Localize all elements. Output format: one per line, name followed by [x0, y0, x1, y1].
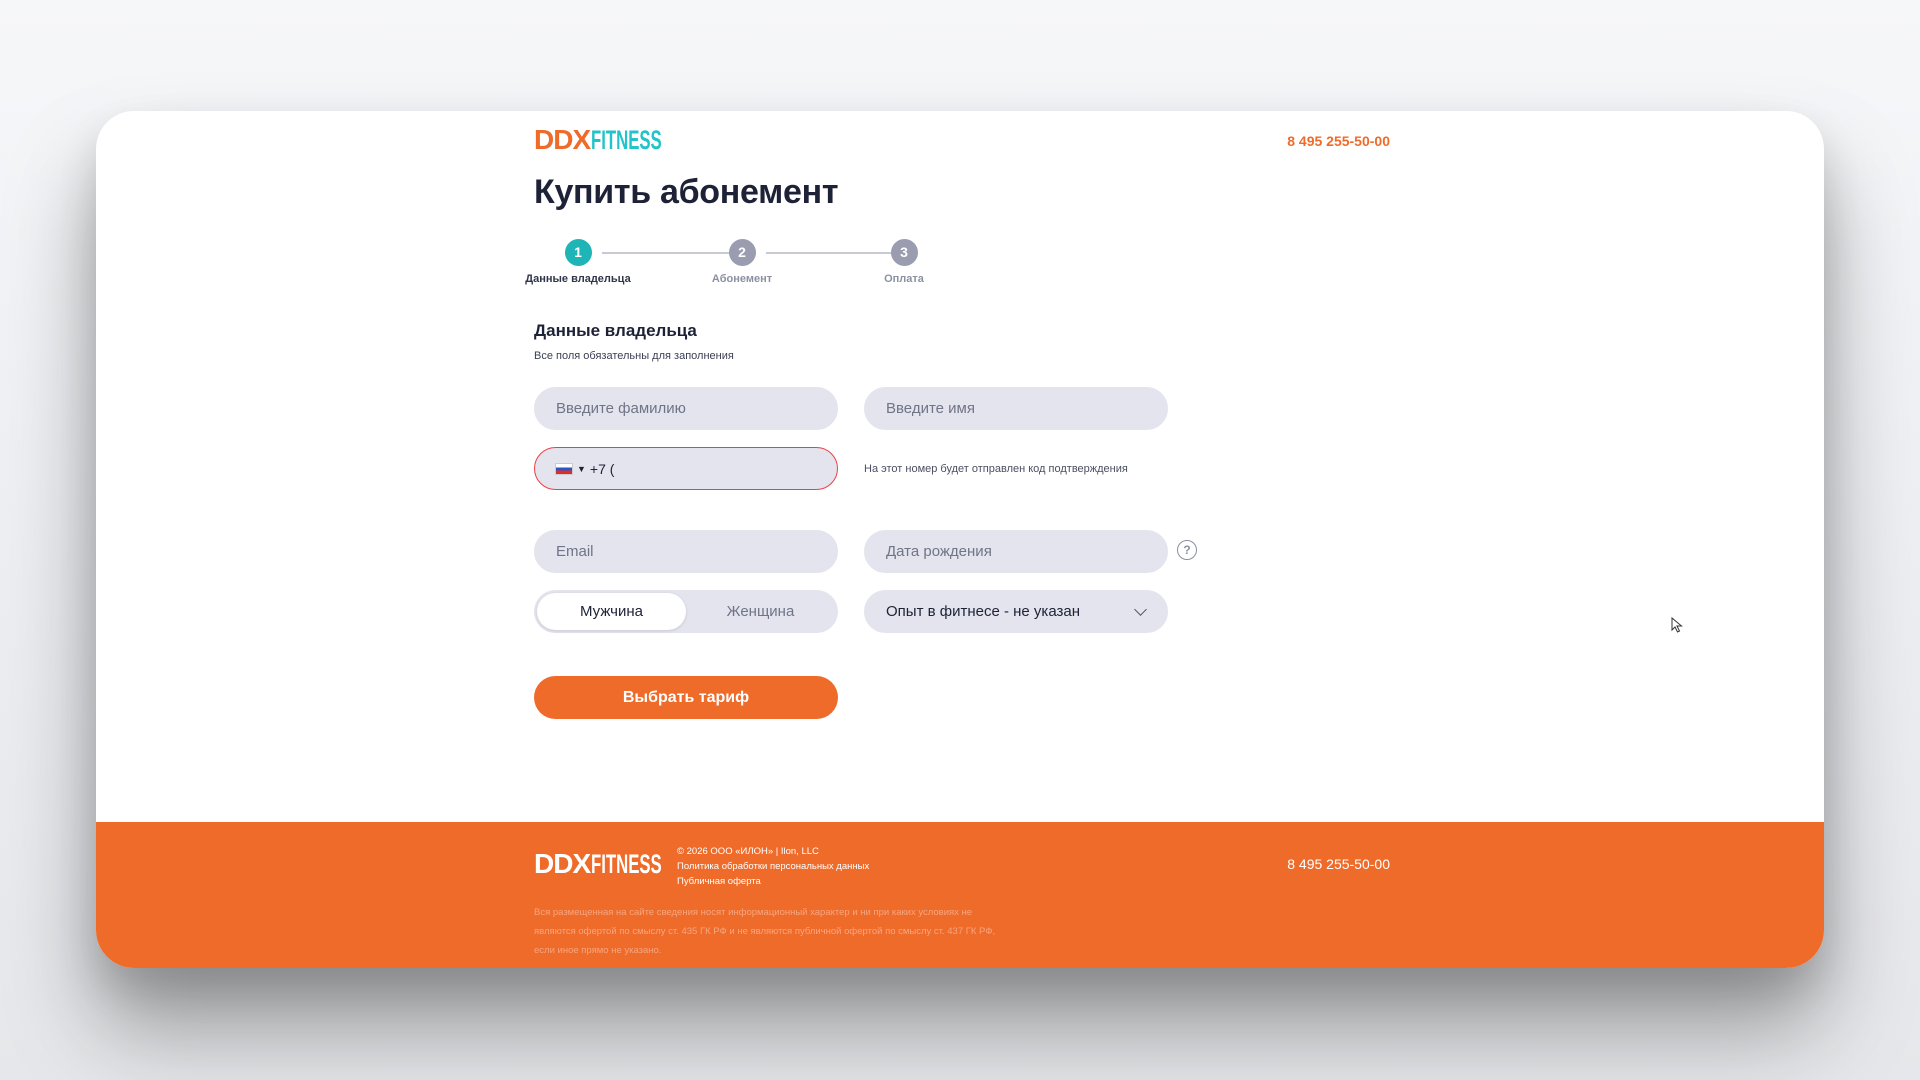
- surname-field: [534, 387, 838, 430]
- privacy-policy-link[interactable]: Политика обработки персональных данных: [677, 859, 869, 874]
- step-number-badge: 3: [890, 239, 918, 266]
- caret-down-icon[interactable]: ▼: [577, 464, 586, 474]
- birthdate-field: [864, 530, 1168, 573]
- footer-logo-ddx-text: DDX: [534, 848, 591, 879]
- name-input[interactable]: [865, 388, 1167, 429]
- public-offer-link[interactable]: Публичная оферта: [677, 874, 869, 889]
- footer-copyright: © 2026 ООО «ИЛОН» | Ilon, LLC: [677, 846, 819, 857]
- step-owner-data: 1 Данные владельца: [508, 239, 648, 285]
- step-number-badge: 2: [728, 239, 756, 266]
- section-title: Данные владельца: [534, 321, 697, 340]
- phone-hint: На этот номер будет отправлен код подтве…: [864, 463, 1128, 475]
- choose-tariff-button[interactable]: Выбрать тариф: [534, 676, 838, 719]
- page-title: Купить абонемент: [534, 173, 839, 211]
- logo-fitness-text: FITNESS: [591, 125, 662, 155]
- step-label: Абонемент: [711, 273, 773, 285]
- chevron-down-icon: [1134, 603, 1147, 616]
- question-circle-icon[interactable]: ?: [1177, 540, 1197, 560]
- ddx-logo[interactable]: DDX FITNESS: [534, 126, 705, 154]
- browser-window: DDX FITNESS 8 495 255-50-00 Купить абоне…: [96, 111, 1824, 968]
- footer-logo-fitness-text: FITNESS: [591, 849, 662, 879]
- footer-disclaimer: Вся размещенная на сайте сведения носят …: [534, 907, 996, 956]
- email-input[interactable]: [535, 531, 837, 572]
- step-label: Данные владельца: [525, 273, 631, 285]
- footer: DDX FITNESS © 2026 ООО «ИЛОН» | Ilon, LL…: [96, 822, 1824, 968]
- step-subscription: 2 Абонемент: [672, 239, 812, 285]
- fitness-experience-value: Опыт в фитнесе - не указан: [886, 603, 1080, 620]
- mouse-cursor-icon: [1671, 617, 1683, 633]
- checkout-stepper: 1 Данные владельца 2 Абонемент 3 Оплата: [525, 239, 954, 289]
- header-phone-link[interactable]: 8 495 255-50-00: [1287, 133, 1390, 149]
- screen: DDX FITNESS 8 495 255-50-00 Купить абоне…: [0, 0, 1920, 1080]
- gender-option-female[interactable]: Женщина: [686, 593, 835, 630]
- footer-links: © 2026 ООО «ИЛОН» | Ilon, LLC Политика о…: [677, 844, 869, 889]
- name-field: [864, 387, 1168, 430]
- birthdate-input[interactable]: [865, 531, 1167, 572]
- step-label: Оплата: [884, 273, 924, 285]
- phone-input[interactable]: +7 (: [590, 461, 615, 477]
- surname-input[interactable]: [535, 388, 837, 429]
- logo-ddx-text: DDX: [534, 124, 591, 155]
- gender-option-male[interactable]: Мужчина: [537, 593, 686, 630]
- gender-toggle: Мужчина Женщина: [534, 590, 838, 633]
- section-subtitle: Все поля обязательны для заполнения: [534, 350, 734, 362]
- step-number-badge: 1: [564, 239, 592, 266]
- phone-field[interactable]: ▼ +7 (: [534, 447, 838, 490]
- fitness-experience-select[interactable]: Опыт в фитнесе - не указан: [864, 590, 1168, 633]
- step-payment: 3 Оплата: [834, 239, 974, 285]
- email-field: [534, 530, 838, 573]
- footer-phone-link[interactable]: 8 495 255-50-00: [1287, 856, 1390, 872]
- russia-flag-icon[interactable]: [555, 462, 573, 475]
